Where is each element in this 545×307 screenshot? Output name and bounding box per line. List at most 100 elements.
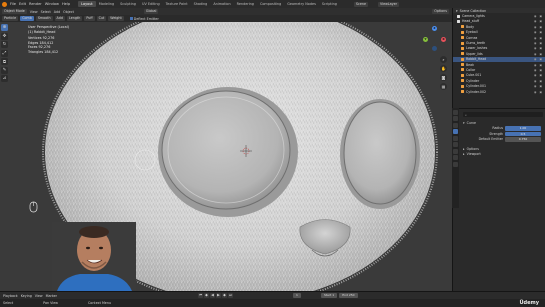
outliner-filter-icon[interactable]: ▾: [456, 9, 458, 13]
output-tab-icon[interactable]: [453, 122, 458, 128]
play-icon[interactable]: ▶: [216, 293, 222, 298]
particle-tab-icon[interactable]: [453, 129, 458, 134]
visibility-eye-icon[interactable]: ◉ ▣: [534, 90, 543, 94]
blender-logo-icon[interactable]: [2, 1, 7, 7]
tab-layout[interactable]: Layout: [78, 1, 96, 7]
zoom-icon[interactable]: ⌕: [440, 56, 447, 63]
brush-smooth[interactable]: Smooth: [35, 16, 53, 21]
outliner-item[interactable]: Cylinder.002 ◉ ▣: [453, 89, 545, 94]
gizmo-y-axis[interactable]: Y: [423, 37, 428, 42]
tool-tab-icon[interactable]: [453, 109, 458, 115]
visibility-eye-icon[interactable]: ◉ ▣: [534, 63, 543, 67]
strength-field[interactable]: 0.5: [505, 131, 541, 136]
visibility-eye-icon[interactable]: ◉ ▣: [534, 73, 543, 77]
menu-edit[interactable]: Edit: [19, 2, 26, 6]
gizmo-neg-z[interactable]: [432, 46, 437, 51]
visibility-eye-icon[interactable]: ◉ ▣: [534, 19, 543, 23]
menu-help[interactable]: Help: [62, 2, 70, 6]
tab-animation[interactable]: Animation: [210, 1, 233, 7]
scene-selector[interactable]: Scene: [353, 1, 368, 7]
camera-icon[interactable]: ◙: [440, 74, 447, 81]
brush-add[interactable]: Add: [54, 16, 65, 21]
tab-shading[interactable]: Shading: [191, 1, 211, 7]
visibility-eye-icon[interactable]: ◉ ▣: [534, 79, 543, 83]
measure-icon[interactable]: ⊿: [1, 75, 8, 82]
options-button[interactable]: Options: [432, 9, 449, 14]
menu-file[interactable]: File: [10, 2, 16, 6]
menu-select[interactable]: Select: [41, 10, 51, 14]
visibility-eye-icon[interactable]: ◉ ▣: [534, 41, 543, 45]
visibility-eye-icon[interactable]: ◉ ▣: [534, 25, 543, 29]
tab-sculpting[interactable]: Sculpting: [117, 1, 139, 7]
playback-menu[interactable]: Playback: [3, 294, 18, 298]
viewlayer-selector[interactable]: ViewLayer: [377, 1, 399, 7]
grid-icon[interactable]: ▦: [440, 83, 447, 90]
view-menu[interactable]: View: [35, 294, 43, 298]
mode-selector[interactable]: Object Mode: [2, 9, 27, 14]
menu-object[interactable]: Object: [63, 10, 74, 14]
next-key-icon[interactable]: ◆: [222, 293, 228, 298]
visibility-eye-icon[interactable]: ◉ ▣: [534, 52, 543, 56]
menu-window[interactable]: Window: [45, 2, 59, 6]
brush-length[interactable]: Length: [66, 16, 83, 21]
default-emitter-field[interactable]: 0.750: [505, 137, 541, 142]
visibility-eye-icon[interactable]: ◉ ▣: [534, 14, 543, 18]
cursor-icon[interactable]: ⊕: [1, 24, 8, 31]
start-frame-field[interactable]: Start 1: [320, 293, 338, 298]
object-tab-icon[interactable]: [453, 148, 458, 154]
menu-add[interactable]: Add: [54, 10, 60, 14]
transform-icon[interactable]: ⧉: [1, 58, 8, 65]
gizmo-z-axis[interactable]: Z: [432, 26, 437, 31]
tab-texture-paint[interactable]: Texture Paint: [163, 1, 191, 7]
right-eye-ball[interactable]: [343, 101, 417, 205]
3d-viewport[interactable]: User Perspective (Local) (1) Rabbit_Head…: [0, 22, 452, 291]
object-type-icon: [461, 52, 464, 56]
brush-weight[interactable]: Weight: [108, 16, 124, 21]
end-frame-field[interactable]: End 250: [339, 293, 358, 298]
modifier-tab-icon[interactable]: [453, 155, 458, 160]
menu-view[interactable]: View: [30, 10, 38, 14]
radius-field[interactable]: 1.00: [505, 126, 541, 131]
viewport-section-header[interactable]: ▸ Viewport: [463, 152, 543, 158]
jump-end-icon[interactable]: ⏭: [228, 293, 234, 298]
keying-menu[interactable]: Keying: [21, 294, 32, 298]
current-frame-field[interactable]: 1: [293, 293, 301, 298]
marker-menu[interactable]: Marker: [46, 294, 57, 298]
prev-key-icon[interactable]: ◆: [204, 293, 210, 298]
tab-geometry-nodes[interactable]: Geometry Nodes: [284, 1, 319, 7]
rotate-icon[interactable]: ↻: [1, 41, 8, 48]
annotate-icon[interactable]: ✎: [1, 66, 8, 74]
scale-icon[interactable]: ⤢: [1, 49, 8, 57]
menu-render[interactable]: Render: [29, 2, 42, 6]
tab-compositing[interactable]: Compositing: [257, 1, 284, 7]
visibility-eye-icon[interactable]: ◉ ▣: [534, 46, 543, 50]
brush-comb[interactable]: Comb: [20, 16, 34, 21]
tab-rendering[interactable]: Rendering: [234, 1, 257, 7]
visibility-eye-icon[interactable]: ◉ ▣: [534, 30, 543, 34]
properties-search[interactable]: ⌕: [463, 112, 543, 117]
brush-cut[interactable]: Cut: [96, 16, 107, 21]
visibility-eye-icon[interactable]: ◉ ▣: [534, 36, 543, 40]
tab-uv-editing[interactable]: UV Editing: [139, 1, 163, 7]
scene-tab-icon[interactable]: [453, 135, 458, 141]
visibility-eye-icon[interactable]: ◉ ▣: [534, 57, 543, 61]
visibility-eye-icon[interactable]: ◉ ▣: [534, 84, 543, 88]
gizmo-x-axis[interactable]: X: [441, 37, 446, 42]
play-reverse-icon[interactable]: ◀: [210, 293, 216, 298]
brush-puff[interactable]: Puff: [84, 16, 95, 21]
move-icon[interactable]: ✥: [1, 32, 8, 40]
tab-modeling[interactable]: Modeling: [96, 1, 117, 7]
render-tab-icon[interactable]: [453, 116, 458, 121]
outliner-item-label: Rabbit_Head: [466, 57, 487, 62]
brush-particle[interactable]: Particle: [2, 16, 19, 21]
visibility-eye-icon[interactable]: ◉ ▣: [534, 68, 543, 72]
jump-start-icon[interactable]: ⏮: [198, 293, 204, 298]
pan-hand-icon[interactable]: ✋: [440, 65, 447, 72]
transform-orientation[interactable]: Global: [143, 9, 159, 14]
navigation-gizmo[interactable]: Z X Y: [422, 26, 448, 52]
deflect-emitter-checkbox[interactable]: Deflect Emitter: [129, 16, 159, 21]
left-eye-ball[interactable]: [161, 90, 291, 210]
material-tab-icon[interactable]: [453, 161, 458, 167]
world-tab-icon[interactable]: [453, 142, 458, 147]
tab-scripting[interactable]: Scripting: [319, 1, 340, 7]
